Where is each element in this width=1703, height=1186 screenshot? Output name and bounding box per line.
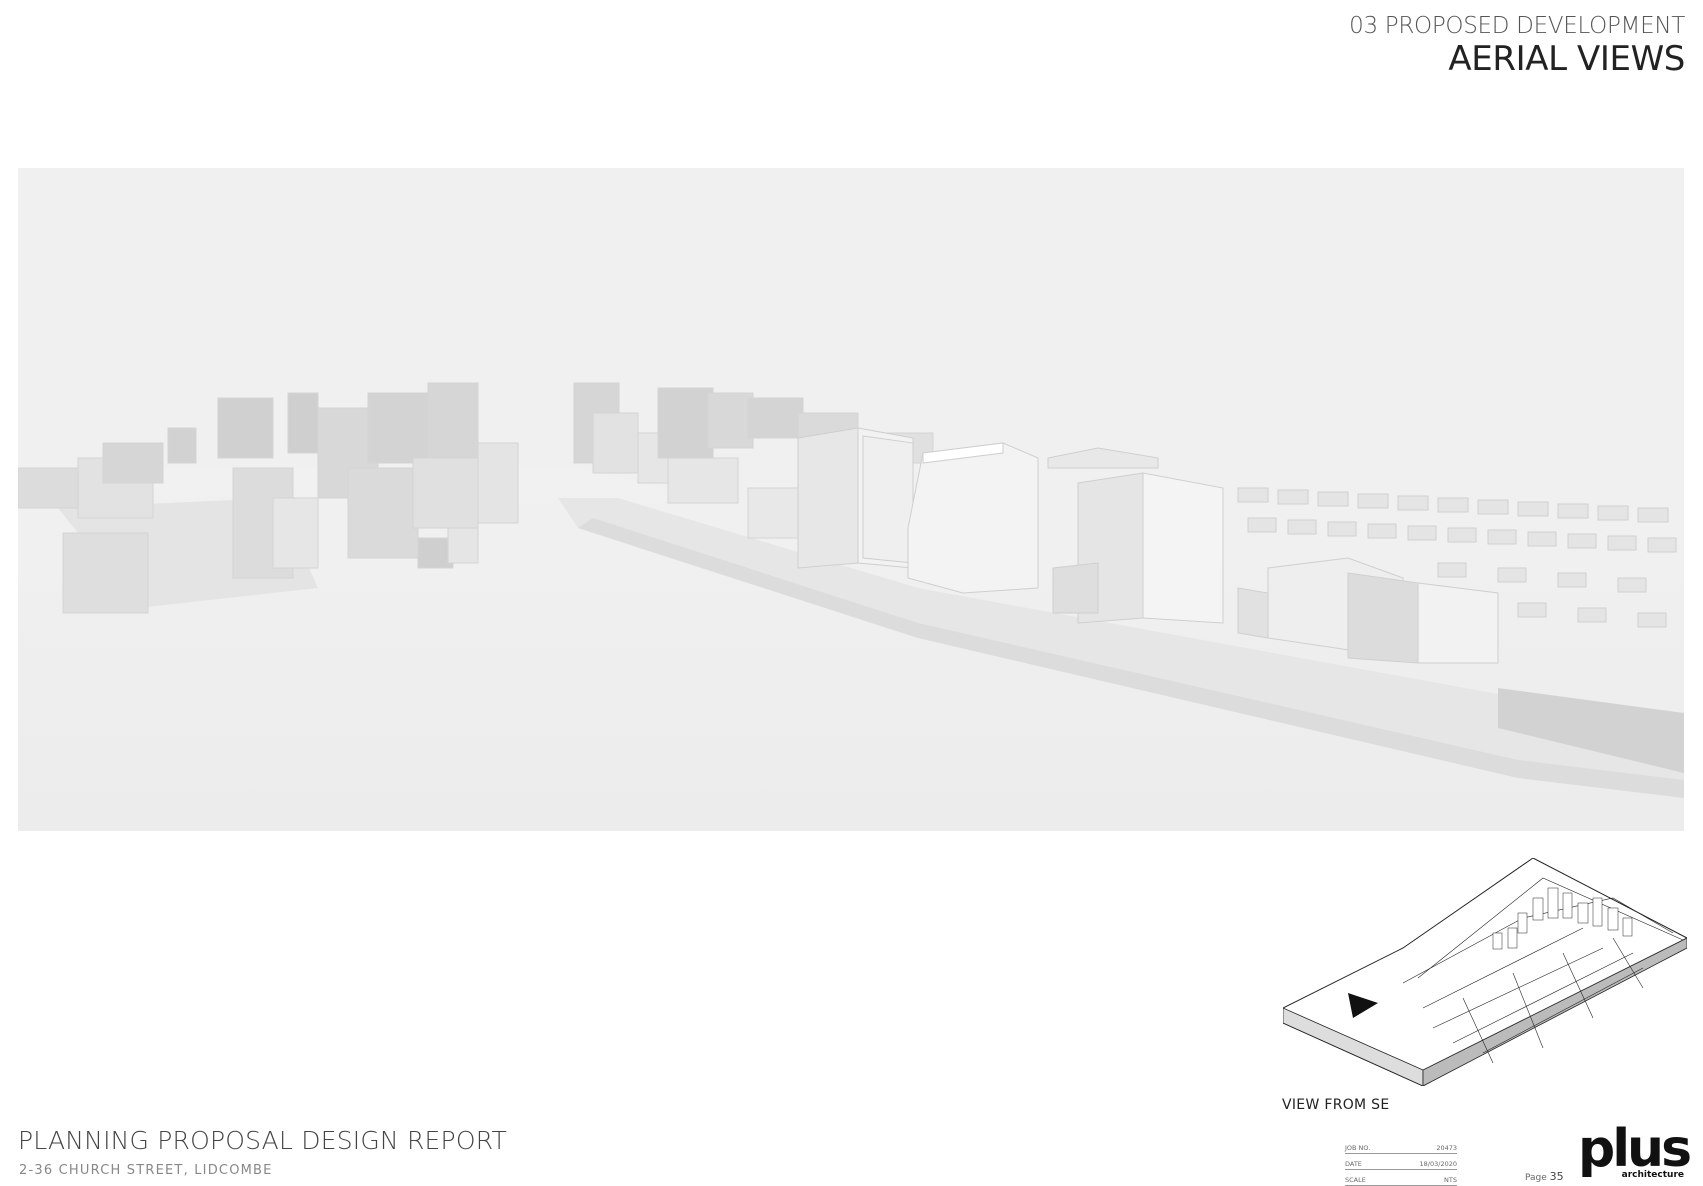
title-block-label: SCALE [1345, 1176, 1366, 1184]
page-header: 03 PROPOSED DEVELOPMENT AERIAL VIEWS [1349, 12, 1685, 78]
section-label: 03 PROPOSED DEVELOPMENT [1349, 13, 1685, 39]
key-plan-image [1282, 857, 1689, 1087]
aerial-render-image [18, 168, 1684, 831]
title-block-label: DATE [1345, 1160, 1362, 1168]
page-title: AERIAL VIEWS [1448, 39, 1685, 79]
page-number: Page 35 [1525, 1170, 1564, 1183]
report-address: 2-36 CHURCH STREET, LIDCOMBE [19, 1163, 273, 1178]
page-label: Page [1525, 1173, 1547, 1183]
title-block-value: 18/03/2020 [1419, 1160, 1457, 1168]
report-title: PLANNING PROPOSAL DESIGN REPORT [18, 1126, 507, 1155]
title-block-value: 20473 [1436, 1144, 1457, 1152]
title-block: JOB NO. 20473 DATE 18/03/2020 SCALE NTS [1345, 1138, 1457, 1186]
page-number-value: 35 [1549, 1170, 1564, 1183]
title-block-row: JOB NO. 20473 [1345, 1138, 1457, 1154]
title-block-value: NTS [1444, 1176, 1457, 1184]
key-plan-axonometric-icon [1282, 857, 1689, 1087]
key-plan-caption: VIEW FROM SE [1282, 1097, 1390, 1113]
plus-architecture-logo: plus architecture [1578, 1119, 1692, 1180]
title-block-label: JOB NO. [1345, 1144, 1371, 1152]
aerial-massing-model-icon [18, 168, 1684, 831]
logo-word: plus [1578, 1119, 1692, 1179]
title-block-row: DATE 18/03/2020 [1345, 1154, 1457, 1170]
